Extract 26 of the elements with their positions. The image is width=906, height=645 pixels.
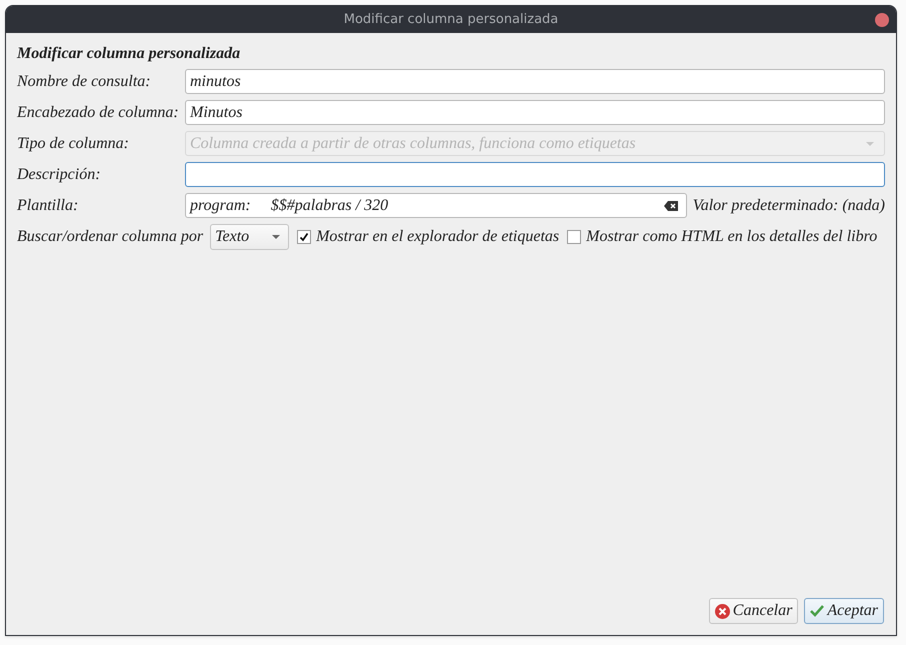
checkbox[interactable] [567, 230, 582, 244]
cancel-icon [714, 604, 730, 618]
checkbox-label: Mostrar en el explorador de etiquetas [316, 227, 560, 247]
clear-icon[interactable] [664, 200, 678, 210]
caret-icon [272, 235, 280, 239]
text-field[interactable]: minutos [185, 69, 885, 94]
field-label: Plantilla: [17, 196, 80, 216]
text-field[interactable] [185, 162, 885, 187]
field-label: Tipo de columna: [17, 134, 130, 154]
checkbox[interactable] [297, 230, 312, 244]
window-title: Modificar columna personalizada [344, 10, 558, 29]
checkmark-icon [810, 605, 824, 617]
checkbox-label: Mostrar como HTML en los detalles del libro [586, 227, 878, 247]
close-button[interactable] [875, 13, 889, 27]
field-label: Encabezado de columna: [17, 102, 180, 122]
sort-label: Buscar/ordenar columna por [17, 227, 204, 247]
text-field[interactable]: Minutos [185, 100, 885, 125]
field-label: Descripción: [17, 164, 102, 184]
cancel-button[interactable]: Cancelar [708, 598, 798, 624]
sort-dropdown[interactable]: Texto [210, 224, 290, 250]
accept-button[interactable]: Aceptar [804, 598, 884, 624]
caret-icon [866, 142, 874, 146]
dialog-heading: Modificar columna personalizada [17, 44, 242, 64]
default-value-text: Valor predeterminado: (nada) [692, 196, 885, 216]
template-field[interactable]: program: $$#palabras / 320 [185, 193, 687, 218]
field-label: Nombre de consulta: [17, 72, 152, 92]
